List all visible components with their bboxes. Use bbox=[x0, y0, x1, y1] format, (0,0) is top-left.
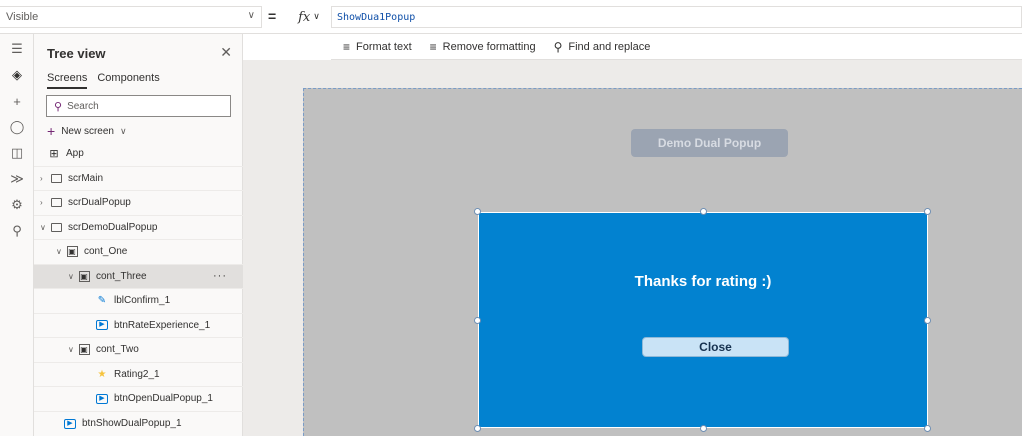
more-options-icon[interactable]: ··· bbox=[213, 270, 227, 282]
tree-item-scrmain[interactable]: › scrMain bbox=[34, 167, 243, 191]
tree-item-cont-one[interactable]: ∨ ▣ cont_One bbox=[34, 240, 243, 265]
tree-item-label: cont_Three bbox=[96, 270, 147, 282]
resize-handle-bottom-right[interactable] bbox=[924, 425, 931, 432]
equals-sign: = bbox=[268, 8, 277, 24]
plus-icon: + bbox=[47, 123, 56, 139]
tree-item-scrdualpopup[interactable]: › scrDualPopup bbox=[34, 191, 243, 216]
tree-item-label: Rating2_1 bbox=[114, 368, 160, 380]
remove-formatting-button[interactable]: ≡ Remove formatting bbox=[430, 40, 536, 54]
resize-handle-top-right[interactable] bbox=[924, 208, 931, 215]
search-icon: ⚲ bbox=[54, 100, 63, 113]
tree-item-label: btnOpenDualPopup_1 bbox=[114, 393, 213, 405]
tree-item-label: scrDualPopup bbox=[68, 197, 131, 209]
left-rail: ☰ ◈ + ◯ ◫ ≫ ⚙ ⚲ bbox=[0, 34, 34, 436]
tree-item-cont-three[interactable]: ∨ ▣ cont_Three ··· bbox=[34, 264, 243, 289]
tree-item-app[interactable]: ⊞ App bbox=[34, 142, 243, 167]
data-cylinder-icon[interactable]: ◯ bbox=[0, 114, 34, 140]
fx-button[interactable]: fx ∨ bbox=[288, 6, 330, 28]
popup-message: Thanks for rating :) bbox=[634, 273, 772, 290]
find-replace-label: Find and replace bbox=[568, 40, 651, 53]
tree-item-btnrateexperience[interactable]: ▶ btnRateExperience_1 bbox=[34, 314, 243, 338]
container-icon: ▣ bbox=[78, 344, 90, 356]
resize-handle-top-left[interactable] bbox=[474, 208, 481, 215]
search-icon[interactable]: ⚲ bbox=[0, 218, 34, 244]
chevron-down-icon: ∨ bbox=[68, 271, 74, 281]
tree-item-label: cont_Two bbox=[96, 344, 139, 356]
button-icon: ▶ bbox=[96, 393, 108, 404]
resize-handle-bottom-left[interactable] bbox=[474, 425, 481, 432]
button-icon: ▶ bbox=[96, 320, 108, 331]
tree-item-btnshowdualpopup[interactable]: ▶ btnShowDualPopup_1 bbox=[34, 412, 243, 436]
tree-item-cont-two[interactable]: ∨ ▣ cont_Two bbox=[34, 338, 243, 363]
resize-handle-top[interactable] bbox=[700, 208, 707, 215]
chevron-right-icon: › bbox=[40, 173, 43, 183]
tree-view-title: Tree view bbox=[47, 46, 106, 61]
chevron-down-icon: ∨ bbox=[247, 10, 255, 21]
new-screen-button[interactable]: + New screen ∨ bbox=[47, 123, 127, 139]
tree-view-panel: Tree view ✕ Screens Components ⚲ Search … bbox=[34, 34, 243, 436]
button-icon: ▶ bbox=[64, 418, 76, 429]
close-button[interactable]: Close bbox=[642, 337, 789, 357]
tree-item-label: btnRateExperience_1 bbox=[114, 319, 211, 331]
tree-item-lblconfirm[interactable]: ✎ lblConfirm_1 bbox=[34, 289, 243, 314]
formula-bar: Visible ∨ = fx ∨ ShowDua1Popup bbox=[0, 0, 1022, 34]
screen-icon bbox=[50, 197, 62, 208]
app-icon: ⊞ bbox=[49, 148, 59, 161]
close-icon[interactable]: ✕ bbox=[220, 44, 232, 61]
chevron-down-icon: ∨ bbox=[313, 12, 320, 22]
tree-item-rating[interactable]: ★ Rating2_1 bbox=[34, 363, 243, 387]
demo-dual-popup-button[interactable]: Demo Dual Popup bbox=[631, 129, 788, 157]
star-icon: ★ bbox=[97, 368, 107, 380]
insert-plus-icon[interactable]: + bbox=[0, 88, 34, 114]
chevron-down-icon: ∨ bbox=[68, 345, 74, 355]
format-toolbar: ≡ Format text ≡ Remove formatting ⚲ Find… bbox=[331, 34, 1022, 60]
tree-item-label: lblConfirm_1 bbox=[114, 295, 171, 307]
tree-item-label: scrMain bbox=[68, 172, 104, 184]
function-icon: fx bbox=[298, 9, 311, 25]
resize-handle-bottom[interactable] bbox=[700, 425, 707, 432]
search-input[interactable]: ⚲ Search bbox=[46, 95, 231, 117]
find-replace-button[interactable]: ⚲ Find and replace bbox=[554, 40, 651, 54]
format-text-button[interactable]: ≡ Format text bbox=[343, 40, 412, 54]
property-dropdown[interactable]: Visible ∨ bbox=[0, 6, 262, 28]
tree-item-btnopendualpopup[interactable]: ▶ btnOpenDualPopup_1 bbox=[34, 387, 243, 412]
chevron-right-icon: › bbox=[40, 198, 43, 208]
tree-items: ⊞ App › scrMain › scrDualPopup ∨ scrDemo… bbox=[34, 142, 243, 436]
property-value: Visible bbox=[6, 11, 39, 23]
format-text-icon: ≡ bbox=[343, 39, 351, 54]
tree-item-label: btnShowDualPopup_1 bbox=[82, 418, 182, 430]
screen-icon bbox=[50, 222, 62, 233]
tree-item-label: cont_One bbox=[84, 246, 128, 258]
tree-item-scrdemodualpopup[interactable]: ∨ scrDemoDualPopup bbox=[34, 216, 243, 240]
power-automate-icon[interactable]: ≫ bbox=[0, 166, 34, 192]
chevron-down-icon: ∨ bbox=[56, 247, 62, 257]
tab-components[interactable]: Components bbox=[97, 72, 159, 89]
layers-icon[interactable]: ◈ bbox=[0, 62, 34, 88]
media-icon[interactable]: ◫ bbox=[0, 140, 34, 166]
resize-handle-left[interactable] bbox=[474, 317, 481, 324]
tree-item-label: scrDemoDualPopup bbox=[68, 221, 158, 233]
popup-container[interactable]: Thanks for rating :) Close bbox=[478, 212, 928, 428]
search-icon: ⚲ bbox=[553, 39, 563, 54]
remove-formatting-label: Remove formatting bbox=[442, 40, 536, 53]
container-icon: ▣ bbox=[66, 246, 78, 258]
hamburger-icon[interactable]: ☰ bbox=[0, 36, 34, 62]
new-screen-label: New screen bbox=[61, 125, 114, 137]
format-text-label: Format text bbox=[356, 40, 412, 53]
tree-tabs: Screens Components bbox=[47, 72, 160, 89]
tab-screens[interactable]: Screens bbox=[47, 72, 88, 89]
advanced-tools-icon[interactable]: ⚙ bbox=[0, 192, 34, 218]
resize-handle-right[interactable] bbox=[924, 317, 931, 324]
container-icon: ▣ bbox=[78, 270, 90, 282]
chevron-down-icon: ∨ bbox=[40, 222, 46, 232]
label-icon: ✎ bbox=[97, 295, 107, 307]
search-placeholder: Search bbox=[67, 100, 99, 112]
chevron-down-icon: ∨ bbox=[120, 125, 127, 136]
tree-item-label: App bbox=[66, 148, 84, 160]
screen-icon bbox=[50, 173, 62, 184]
formula-input[interactable]: ShowDua1Popup bbox=[331, 6, 1022, 28]
remove-formatting-icon: ≡ bbox=[429, 39, 437, 54]
